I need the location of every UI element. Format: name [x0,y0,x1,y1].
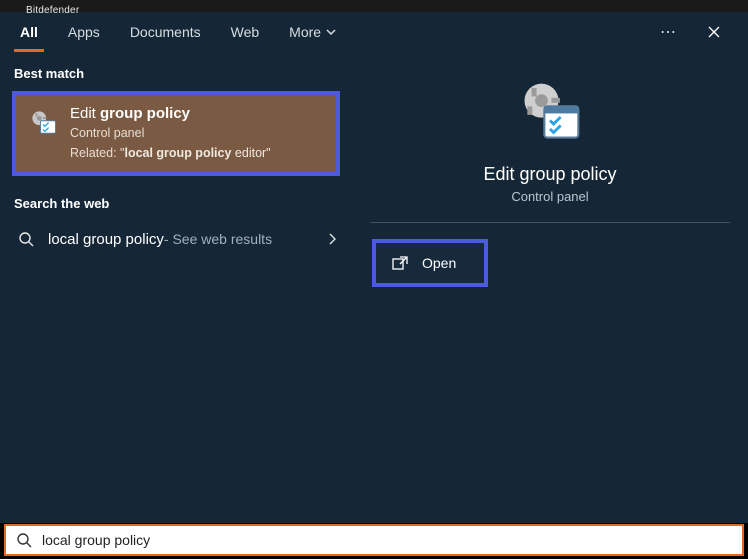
tab-documents[interactable]: Documents [124,12,207,52]
web-search-result[interactable]: local group policy - See web results [0,221,352,258]
preview-title: Edit group policy [362,164,738,185]
tab-web[interactable]: Web [225,12,266,52]
section-header-best-match: Best match [0,60,352,91]
results-panel: Best match Edit group policy [0,52,352,523]
open-button-label: Open [422,255,456,271]
best-match-title: Edit group policy [70,105,271,124]
chevron-down-icon [326,29,336,35]
search-filter-tabs: All Apps Documents Web More ⋯ [0,12,748,52]
tab-all-label: All [20,24,38,40]
tab-web-label: Web [231,24,260,40]
best-match-result[interactable]: Edit group policy Control panel Related:… [12,91,340,176]
preview-subtitle: Control panel [362,189,738,204]
section-header-search-web: Search the web [0,190,352,221]
search-icon [16,532,32,548]
tab-more-label: More [289,24,321,40]
close-icon [707,25,721,39]
divider [370,222,730,223]
web-search-hint: - See web results [164,231,272,247]
preview-icon [362,78,738,146]
tab-documents-label: Documents [130,24,201,40]
tab-apps[interactable]: Apps [62,12,106,52]
web-search-query: local group policy [48,231,164,248]
search-input[interactable] [42,532,732,548]
search-icon [18,231,34,247]
close-button[interactable] [694,12,734,52]
taskbar-remnant: Bitdefender [0,0,748,12]
open-button[interactable]: Open [372,239,488,287]
preview-panel: Edit group policy Control panel Open [352,52,748,523]
tab-apps-label: Apps [68,24,100,40]
group-policy-icon [28,107,58,137]
best-match-related: Related: "local group policy editor" [70,146,271,160]
search-bar[interactable] [4,524,744,556]
tab-more[interactable]: More [283,12,342,52]
open-icon [392,256,408,270]
chevron-right-icon [328,233,336,245]
best-match-subtitle: Control panel [70,126,271,140]
tab-all[interactable]: All [14,12,44,52]
more-options-button[interactable]: ⋯ [660,22,678,42]
